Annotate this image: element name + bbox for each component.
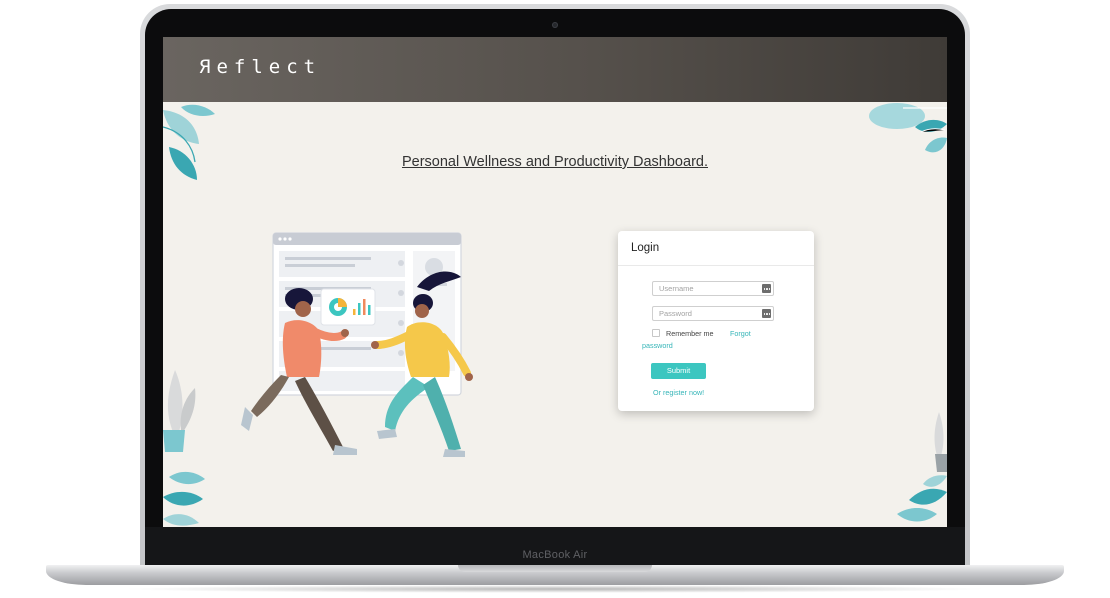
camera-icon (552, 22, 558, 28)
device-label: MacBook Air (522, 549, 588, 561)
username-field-container (652, 281, 774, 296)
login-title: Login (631, 242, 660, 254)
page-title: Personal Wellness and Productivity Dashb… (401, 154, 708, 170)
leaf-decoration-bottom-left (163, 471, 205, 526)
submit-button[interactable]: Submit (651, 363, 706, 379)
register-link[interactable]: Or register now! (653, 388, 704, 397)
key-icon[interactable] (762, 309, 771, 318)
people-illustration (241, 232, 473, 457)
forgot-password-link-continued[interactable]: password (642, 341, 673, 350)
app-screen: Яeflect Personal Wellness and Productivi… (163, 37, 947, 527)
password-field-container (652, 306, 774, 321)
plant-decoration-left (163, 370, 196, 452)
leaf-decoration-bottom-right (897, 412, 947, 522)
remember-me-label[interactable]: Remember me (666, 329, 714, 338)
forgot-password-link[interactable]: Forgot (730, 329, 751, 338)
laptop-chin (145, 527, 965, 569)
login-card: Login Remember me Forgot password Submit… (618, 231, 814, 411)
remember-me-checkbox[interactable] (652, 329, 660, 337)
top-navbar: Яeflect (163, 37, 947, 102)
password-field[interactable] (653, 307, 757, 320)
laptop-notch (458, 565, 652, 572)
laptop-shadow (120, 585, 990, 593)
key-icon[interactable] (762, 284, 771, 293)
login-header: Login (618, 231, 814, 266)
app-logo[interactable]: Яeflect (199, 56, 321, 78)
username-field[interactable] (653, 282, 757, 295)
leaf-decoration-top-left (163, 104, 215, 180)
